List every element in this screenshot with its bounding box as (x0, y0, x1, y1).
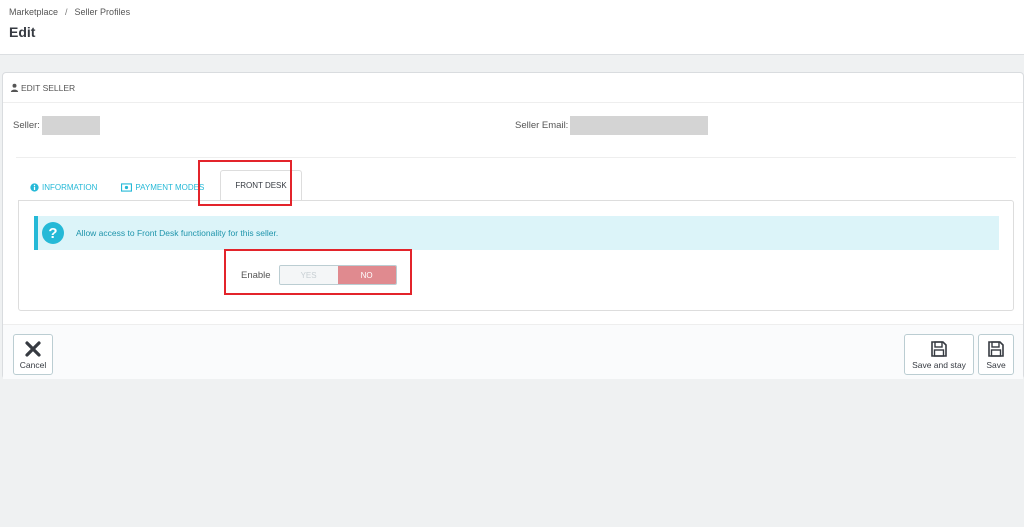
info-circle-icon (30, 182, 39, 192)
annotation-highlight-tab (198, 160, 292, 206)
front-desk-tab-content: ? Allow access to Front Desk functionali… (18, 200, 1014, 311)
panel-heading-label: EDIT SELLER (21, 82, 76, 93)
save-icon (931, 340, 947, 357)
breadcrumb-separator: / (65, 7, 68, 17)
tab-information[interactable]: INFORMATION (18, 173, 109, 201)
divider (16, 157, 1016, 158)
annotation-highlight-toggle (224, 249, 412, 295)
seller-field: Seller: (13, 116, 100, 135)
money-icon (121, 182, 133, 192)
close-icon (25, 340, 41, 357)
tab-information-label: INFORMATION (42, 182, 98, 192)
cancel-button[interactable]: Cancel (13, 334, 53, 375)
breadcrumb-marketplace[interactable]: Marketplace (9, 7, 58, 17)
breadcrumb: Marketplace / Seller Profiles (9, 7, 130, 17)
cancel-button-label: Cancel (19, 359, 47, 370)
info-alert: ? Allow access to Front Desk functionali… (34, 216, 999, 250)
save-icon (988, 340, 1004, 357)
question-icon: ? (42, 222, 64, 244)
save-button[interactable]: Save (978, 334, 1014, 375)
info-alert-text: Allow access to Front Desk functionality… (76, 228, 279, 238)
panel-heading: EDIT SELLER (3, 73, 1023, 103)
breadcrumb-seller-profiles[interactable]: Seller Profiles (75, 7, 131, 17)
tab-payment-modes-label: PAYMENT MODES (135, 182, 205, 192)
save-and-stay-label: Save and stay (912, 359, 966, 370)
seller-label: Seller: (13, 120, 40, 131)
seller-email-value-redacted (570, 116, 709, 135)
save-and-stay-button[interactable]: Save and stay (904, 334, 974, 375)
seller-email-field: Seller Email: (515, 116, 709, 135)
edit-seller-panel: EDIT SELLER Seller: Seller Email: INFORM… (2, 72, 1024, 379)
save-button-label: Save (986, 359, 1006, 370)
page-title: Edit (9, 24, 36, 40)
seller-email-label: Seller Email: (515, 120, 569, 131)
user-icon (10, 83, 19, 92)
page-header: Marketplace / Seller Profiles Edit (0, 0, 1024, 55)
panel-footer: Cancel Save and stay Save (3, 324, 1023, 379)
seller-value-redacted (41, 116, 100, 135)
